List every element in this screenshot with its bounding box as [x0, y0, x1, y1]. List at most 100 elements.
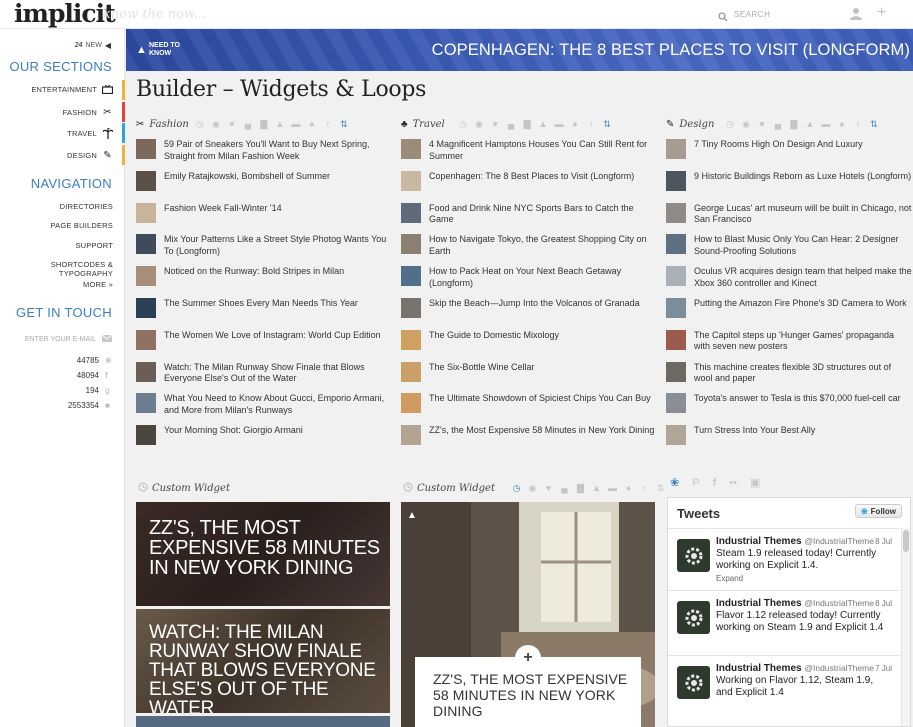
- user-icon[interactable]: [850, 7, 862, 25]
- photo-caption-title[interactable]: ZZ'S, THE MOST EXPENSIVE 58 MINUTES IN N…: [433, 671, 641, 719]
- trophy-icon[interactable]: ♠: [306, 119, 317, 129]
- sidebar-item-design[interactable]: DESIGN ✎: [67, 150, 113, 161]
- trophy-icon[interactable]: ♠: [570, 119, 581, 129]
- article-thumbnail[interactable]: [136, 202, 156, 223]
- article-thumbnail[interactable]: [666, 234, 686, 255]
- bars-icon[interactable]: ▇: [258, 119, 269, 129]
- article-title[interactable]: The Six-Bottle Wine Cellar: [429, 362, 535, 374]
- article-title[interactable]: The Women We Love of Instagram: World Cu…: [164, 330, 381, 342]
- search-input[interactable]: SEARCH: [734, 10, 770, 19]
- list-item[interactable]: Fashion Week Fall-Winter '14: [136, 202, 390, 223]
- featured-banner[interactable]: ▲ NEED TO KNOW COPENHAGEN: THE 8 BEST PL…: [126, 29, 913, 71]
- sort-icon[interactable]: ↑: [586, 119, 597, 129]
- article-title[interactable]: George Lucas' art museum will be built i…: [694, 203, 912, 226]
- article-title[interactable]: Mix Your Patterns Like a Street Style Ph…: [164, 234, 390, 257]
- column-category[interactable]: Travel: [413, 119, 453, 130]
- signal-icon[interactable]: ▄: [506, 119, 517, 129]
- signal-icon[interactable]: ▄: [242, 119, 253, 129]
- tweet-expand-link[interactable]: Expand: [716, 574, 743, 583]
- list-item[interactable]: How to Blast Music Only You Can Hear: 2 …: [666, 234, 912, 257]
- article-thumbnail[interactable]: [666, 170, 686, 191]
- widget-card-title[interactable]: WATCH: THE MILAN RUNWAY SHOW FINALE THAT…: [149, 623, 389, 713]
- tweet-date[interactable]: 8 Jul: [875, 537, 892, 546]
- article-thumbnail[interactable]: [401, 202, 421, 223]
- article-thumbnail[interactable]: [666, 329, 686, 350]
- article-title[interactable]: Food and Drink Nine NYC Sports Bars to C…: [429, 203, 655, 226]
- tweet-date[interactable]: 7 Jul: [875, 664, 892, 673]
- article-thumbnail[interactable]: [666, 202, 686, 223]
- sort-icon[interactable]: ↑: [639, 483, 650, 493]
- comment-icon[interactable]: ▬: [607, 483, 618, 493]
- article-title[interactable]: This machine creates flexible 3D structu…: [694, 362, 912, 385]
- sort-az-icon[interactable]: ⇅: [602, 119, 613, 129]
- article-title[interactable]: Your Morning Shot: Giorgio Armani: [164, 425, 303, 437]
- list-item[interactable]: Food and Drink Nine NYC Sports Bars to C…: [401, 202, 655, 226]
- site-logo[interactable]: implicit: [14, 0, 116, 28]
- add-icon[interactable]: +: [877, 4, 886, 22]
- list-item[interactable]: Putting the Amazon Fire Phone's 3D Camer…: [666, 298, 912, 318]
- bars-icon[interactable]: ▇: [788, 119, 799, 129]
- article-title[interactable]: Turn Stress Into Your Best Ally: [694, 425, 815, 437]
- list-item[interactable]: How to Pack Heat on Your Next Beach Geta…: [401, 266, 655, 289]
- follow-button[interactable]: ❀ Follow: [854, 504, 902, 518]
- list-item[interactable]: 7 Tiny Rooms High On Design And Luxury: [666, 139, 912, 159]
- list-item[interactable]: Noticed on the Runway: Bold Stripes in M…: [136, 266, 390, 287]
- list-item[interactable]: The Guide to Domestic Mixology: [401, 329, 655, 350]
- article-thumbnail[interactable]: [401, 266, 421, 287]
- article-thumbnail[interactable]: [401, 425, 421, 446]
- tweet-item[interactable]: Industrial Themes @IndustrialTheme 7 Jul…: [668, 655, 900, 726]
- article-title[interactable]: How to Blast Music Only You Can Hear: 2 …: [694, 234, 912, 257]
- pinterest-icon[interactable]: P: [692, 477, 699, 489]
- expand-button[interactable]: +: [515, 645, 541, 671]
- article-thumbnail[interactable]: [401, 298, 421, 318]
- banner-title[interactable]: COPENHAGEN: THE 8 BEST PLACES TO VISIT (…: [432, 41, 910, 60]
- article-thumbnail[interactable]: [136, 266, 156, 287]
- list-item[interactable]: Turn Stress Into Your Best Ally: [666, 425, 912, 446]
- article-title[interactable]: ZZ's, the Most Expensive 58 Minutes in N…: [429, 425, 654, 437]
- chat-icon[interactable]: ▣: [750, 477, 760, 489]
- facebook-count[interactable]: 48094 f: [77, 371, 113, 380]
- new-posts-counter[interactable]: 24 NEW ◀: [75, 41, 111, 50]
- article-title[interactable]: The Capitol steps up 'Hunger Games' prop…: [694, 330, 912, 353]
- twitter-count[interactable]: 44785 ❀: [77, 356, 113, 365]
- sort-az-icon[interactable]: ⇅: [338, 119, 349, 129]
- article-thumbnail[interactable]: [136, 234, 156, 255]
- list-item[interactable]: Mix Your Patterns Like a Street Style Ph…: [136, 234, 390, 257]
- comment-icon[interactable]: ▬: [554, 119, 565, 129]
- nav-support[interactable]: SUPPORT: [75, 241, 113, 250]
- list-item[interactable]: Your Morning Shot: Giorgio Armani: [136, 425, 390, 446]
- widget-card-title[interactable]: ZZ'S, THE MOST EXPENSIVE 58 MINUTES IN N…: [149, 518, 384, 578]
- list-item[interactable]: Emily Ratajkowski, Bombshell of Summer: [136, 170, 390, 191]
- widget-card-zzs[interactable]: ZZ'S, THE MOST EXPENSIVE 58 MINUTES IN N…: [136, 502, 390, 606]
- scroll-thumb[interactable]: [903, 530, 909, 552]
- article-title[interactable]: Oculus VR acquires design team that help…: [694, 266, 912, 289]
- linkedin-count[interactable]: 2553354 ■: [68, 401, 113, 410]
- nav-more[interactable]: MORE »: [83, 280, 113, 289]
- eye-icon[interactable]: ◉: [740, 119, 751, 129]
- article-title[interactable]: 7 Tiny Rooms High On Design And Luxury: [694, 139, 863, 151]
- article-title[interactable]: Putting the Amazon Fire Phone's 3D Camer…: [694, 298, 907, 310]
- heart-icon[interactable]: ♥: [226, 119, 237, 129]
- sort-az-icon[interactable]: ⇅: [655, 483, 666, 493]
- article-thumbnail[interactable]: [401, 361, 421, 382]
- avatar[interactable]: [677, 666, 710, 699]
- thumbs-up-icon[interactable]: ▲: [591, 483, 602, 493]
- heart-icon[interactable]: ♥: [756, 119, 767, 129]
- article-title[interactable]: The Summer Shoes Every Man Needs This Ye…: [164, 298, 358, 310]
- avatar[interactable]: [677, 601, 710, 634]
- tweet-author[interactable]: Industrial Themes @IndustrialTheme: [716, 598, 874, 609]
- article-title[interactable]: Noticed on the Runway: Bold Stripes in M…: [164, 266, 344, 278]
- eye-icon[interactable]: ◉: [210, 119, 221, 129]
- search-icon[interactable]: [718, 9, 728, 27]
- comment-icon[interactable]: ▬: [820, 119, 831, 129]
- clock-icon[interactable]: ◷: [724, 119, 735, 129]
- nav-page-builders[interactable]: PAGE BUILDERS: [51, 221, 113, 230]
- article-thumbnail[interactable]: [401, 329, 421, 350]
- list-item[interactable]: The Summer Shoes Every Man Needs This Ye…: [136, 298, 390, 318]
- bars-icon[interactable]: ▇: [522, 119, 533, 129]
- twitter-icon[interactable]: ❀: [670, 477, 679, 489]
- flickr-icon[interactable]: ••: [729, 477, 737, 489]
- article-title[interactable]: What You Need to Know About Gucci, Empor…: [164, 393, 390, 416]
- bars-icon[interactable]: ▇: [575, 483, 586, 493]
- article-thumbnail[interactable]: [136, 393, 156, 414]
